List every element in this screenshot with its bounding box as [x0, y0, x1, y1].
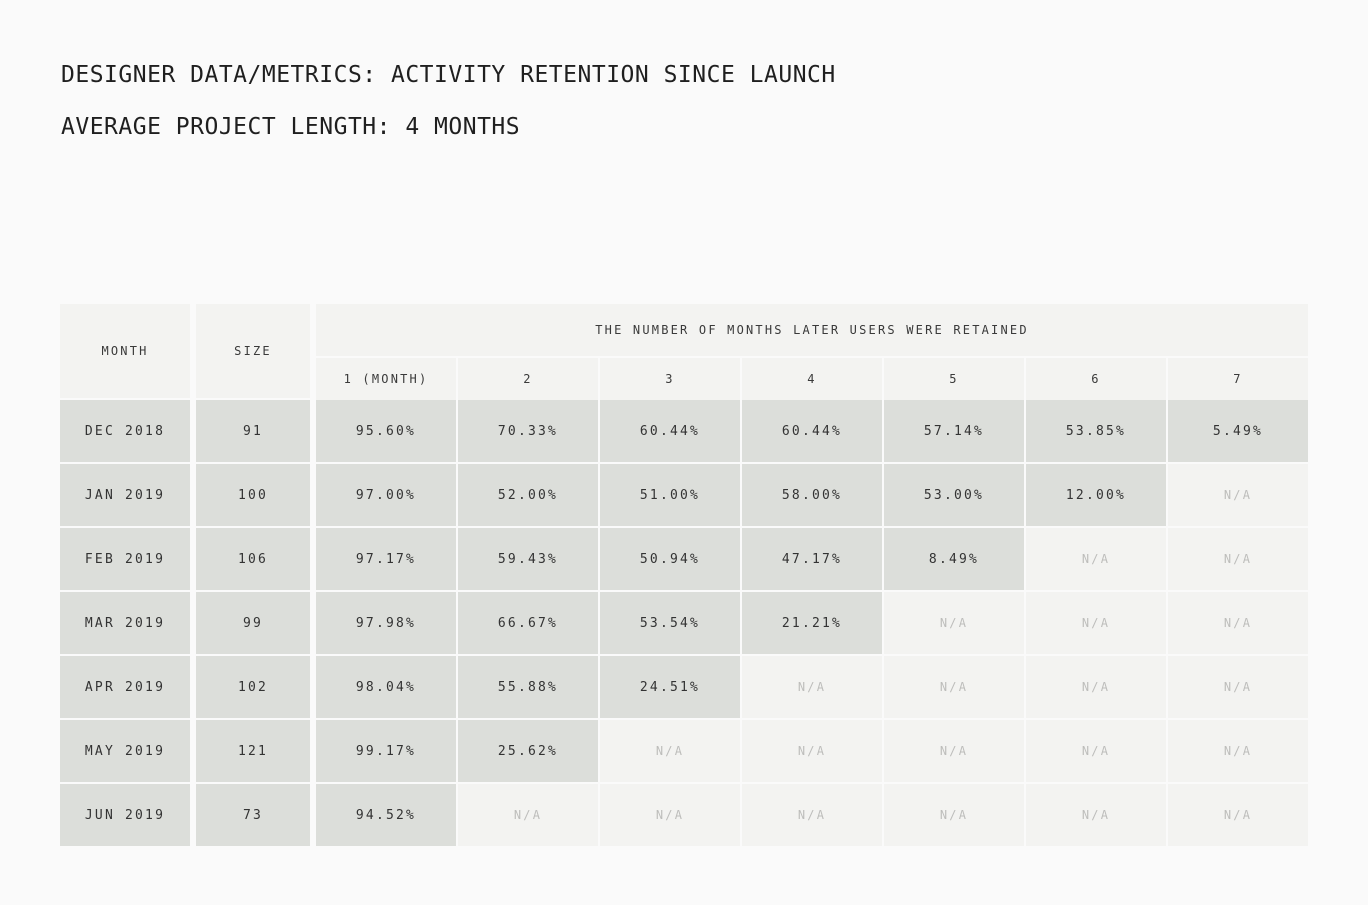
retention-cell: 70.33%	[458, 400, 598, 462]
row-size-value: 73	[196, 784, 310, 846]
page-subtitle: AVERAGE PROJECT LENGTH: 4 MONTHS	[61, 114, 521, 140]
retention-cell: 95.60%	[316, 400, 456, 462]
retention-cell: 55.88%	[458, 656, 598, 718]
row-size-value: 91	[196, 400, 310, 462]
retention-cell: 24.51%	[600, 656, 740, 718]
column-header-period: 7	[1168, 358, 1308, 400]
retention-cell: 8.49%	[884, 528, 1024, 590]
retention-cell-na: N/A	[742, 720, 882, 782]
row-size-value: 100	[196, 464, 310, 526]
row-month-label: FEB 2019	[60, 528, 190, 590]
retention-cell: 97.98%	[316, 592, 456, 654]
retention-cell: 59.43%	[458, 528, 598, 590]
column-header-period: 2	[458, 358, 598, 400]
retention-cell-na: N/A	[458, 784, 598, 846]
retention-cell: 53.85%	[1026, 400, 1166, 462]
retention-cell: 98.04%	[316, 656, 456, 718]
retention-cell-na: N/A	[1168, 592, 1308, 654]
retention-cell: 94.52%	[316, 784, 456, 846]
retention-cell: 53.54%	[600, 592, 740, 654]
retention-cell: 21.21%	[742, 592, 882, 654]
column-header-size: SIZE	[196, 304, 310, 398]
retention-cell-na: N/A	[884, 720, 1024, 782]
column-header-period: 5	[884, 358, 1024, 400]
retention-cell-na: N/A	[1168, 656, 1308, 718]
retention-cell: 51.00%	[600, 464, 740, 526]
row-month-label: APR 2019	[60, 656, 190, 718]
retention-cell-na: N/A	[1026, 528, 1166, 590]
row-month-label: JAN 2019	[60, 464, 190, 526]
row-size-value: 102	[196, 656, 310, 718]
column-header-period: 6	[1026, 358, 1166, 400]
retention-cell-na: N/A	[884, 592, 1024, 654]
retention-cell-na: N/A	[600, 720, 740, 782]
retention-cell-na: N/A	[1168, 720, 1308, 782]
retention-cell: 12.00%	[1026, 464, 1166, 526]
retention-cell-na: N/A	[600, 784, 740, 846]
retention-cell: 5.49%	[1168, 400, 1308, 462]
retention-cell: 25.62%	[458, 720, 598, 782]
retention-cell: 57.14%	[884, 400, 1024, 462]
column-header-period: 4	[742, 358, 882, 400]
retention-cell-na: N/A	[884, 656, 1024, 718]
retention-cell: 47.17%	[742, 528, 882, 590]
retention-cell: 97.17%	[316, 528, 456, 590]
row-size-value: 99	[196, 592, 310, 654]
row-size-value: 106	[196, 528, 310, 590]
retention-cell: 97.00%	[316, 464, 456, 526]
retention-cell-na: N/A	[1026, 656, 1166, 718]
column-header-month: MONTH	[60, 304, 190, 398]
row-size-value: 121	[196, 720, 310, 782]
retention-cell: 60.44%	[600, 400, 740, 462]
row-month-label: MAR 2019	[60, 592, 190, 654]
row-month-label: DEC 2018	[60, 400, 190, 462]
retention-cell-na: N/A	[1026, 720, 1166, 782]
retention-cell-na: N/A	[1026, 592, 1166, 654]
row-month-label: JUN 2019	[60, 784, 190, 846]
retention-cell: 53.00%	[884, 464, 1024, 526]
retention-table: MONTH SIZE THE NUMBER OF MONTHS LATER USER…	[60, 304, 1308, 846]
retention-cell-na: N/A	[884, 784, 1024, 846]
retention-cell-na: N/A	[1168, 464, 1308, 526]
retention-cell-na: N/A	[1026, 784, 1166, 846]
page-title: DESIGNER DATA/METRICS: ACTIVITY RETENTIO…	[61, 62, 836, 88]
retention-cell: 66.67%	[458, 592, 598, 654]
column-group-header: THE NUMBER OF MONTHS LATER USERS WERE RE…	[316, 304, 1308, 356]
retention-cell: 99.17%	[316, 720, 456, 782]
retention-cell: 50.94%	[600, 528, 740, 590]
retention-cell: 52.00%	[458, 464, 598, 526]
column-header-period: 1 (MONTH)	[316, 358, 456, 400]
row-month-label: MAY 2019	[60, 720, 190, 782]
retention-cell-na: N/A	[1168, 528, 1308, 590]
retention-cell-na: N/A	[742, 784, 882, 846]
column-header-period: 3	[600, 358, 740, 400]
retention-cell: 58.00%	[742, 464, 882, 526]
retention-cell-na: N/A	[1168, 784, 1308, 846]
retention-cell-na: N/A	[742, 656, 882, 718]
retention-cell: 60.44%	[742, 400, 882, 462]
